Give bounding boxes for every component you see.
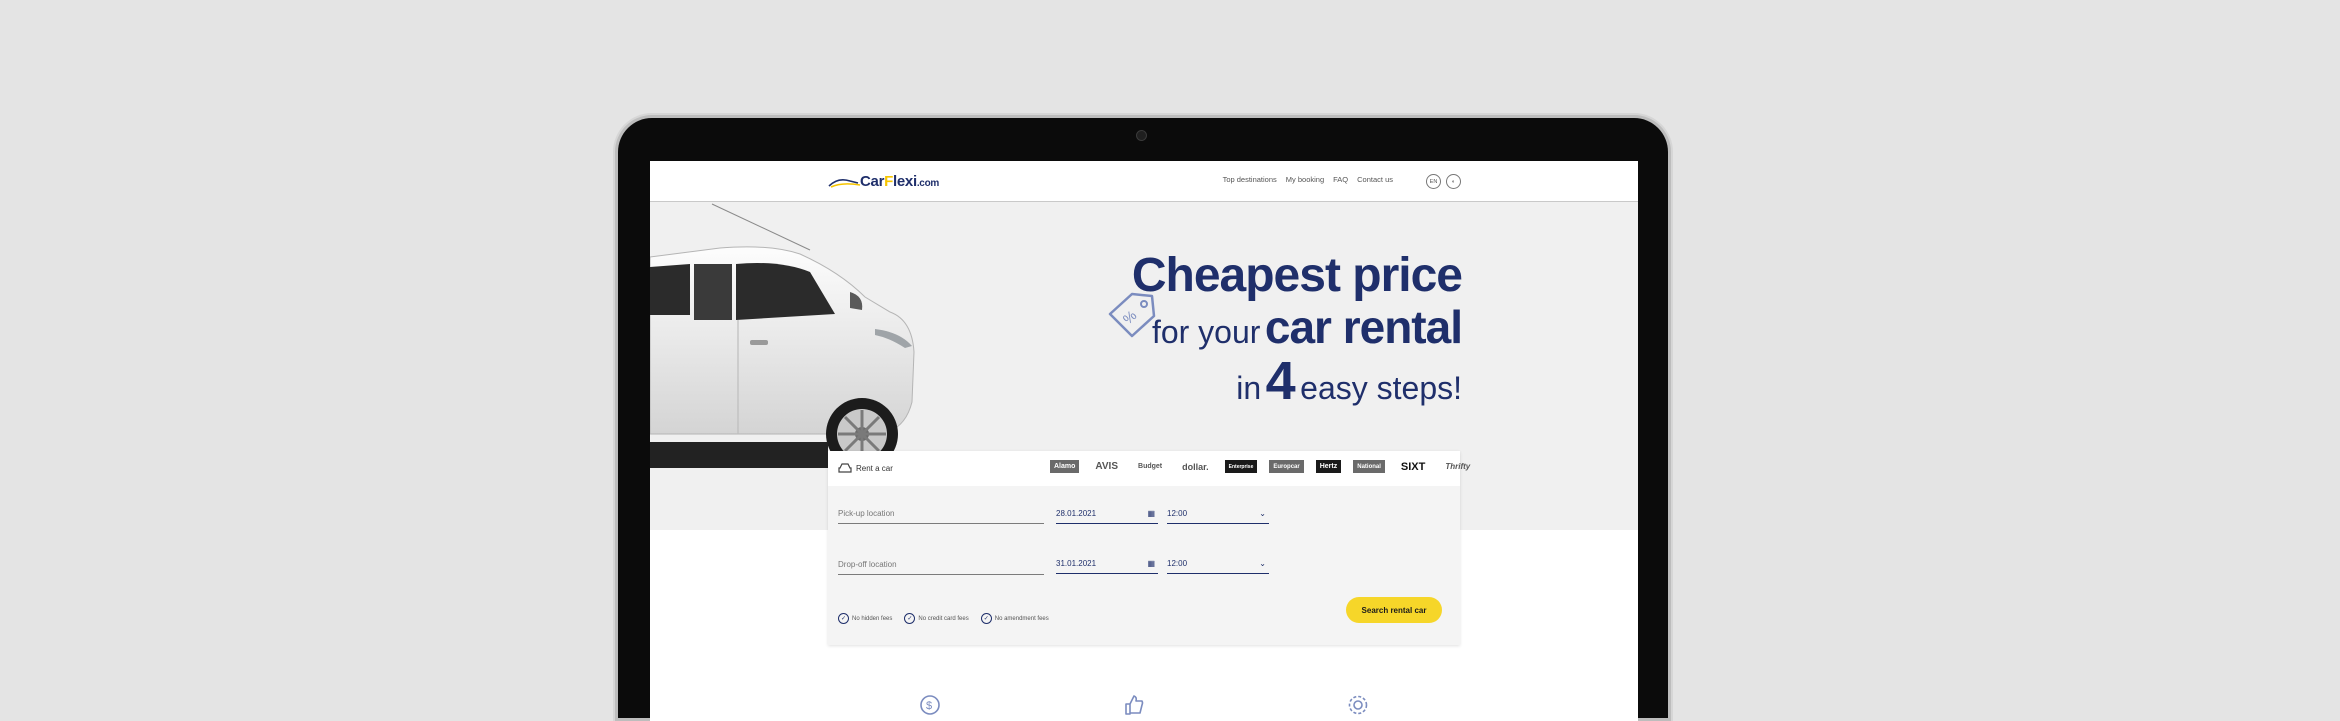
thrifty-logo: Thrifty [1445,462,1471,471]
gear-icon [1348,695,1368,715]
perk-no-amendment-fees: ✓ No amendment fees [980,613,1049,624]
dropoff-location-field[interactable]: Drop-off location [838,560,1044,575]
browser-screen: CarFlexi.com Top destinations My booking… [650,161,1638,721]
partner-logos: Alamo AVIS Budget dollar. Enterprise Eur… [1050,460,1474,473]
headline-line-1: Cheapest price [1131,249,1463,302]
perk-no-credit-card-fees: ✓ No credit card fees [904,613,969,624]
alamo-logo: Alamo [1050,460,1080,473]
features-row: $ [650,681,1638,721]
language-button[interactable]: EN [1426,174,1441,189]
check-circle-icon: ✓ [904,613,916,624]
pickup-date-field[interactable]: 28.01.2021 ▦ [1056,509,1158,524]
nav-top-destinations[interactable]: Top destinations [1223,175,1277,184]
nav-links: Top destinations My booking FAQ Contact … [1223,175,1393,184]
webcam-icon [1136,130,1147,141]
search-card: Rent a car Alamo AVIS Budget dollar. Ent… [828,451,1470,645]
avis-logo: AVIS [1095,461,1119,472]
perks-list: ✓ No hidden fees ✓ No credit card fees ✓ No… [838,613,1049,624]
enterprise-logo: Enterprise [1224,460,1258,473]
pickup-time-select[interactable]: 12:00 ⌄ [1167,509,1269,524]
headline-line-2: for your car rental [1151,301,1463,353]
dropoff-time-select[interactable]: 12:00 ⌄ [1167,559,1269,574]
headline-line-3: in 4 easy steps! [1236,351,1462,411]
carflexi-logo[interactable]: CarFlexi.com [828,173,958,193]
nav-faq[interactable]: FAQ [1333,175,1348,184]
sixt-logo: SIXT [1400,460,1426,473]
brand-wordmark: CarFlexi.com [860,173,939,190]
dollar-coin-icon: $ [920,695,940,715]
calendar-icon: ▦ [1147,509,1155,518]
nav-contact-us[interactable]: Contact us [1357,175,1393,184]
car-swoosh-icon [828,179,861,188]
pickup-location-field[interactable]: Pick-up location [838,509,1044,524]
thumbs-up-icon [1125,695,1144,715]
white-car-image [650,203,915,470]
perk-no-hidden-fees: ✓ No hidden fees [838,613,892,624]
dollar-logo: dollar. [1182,461,1209,472]
car-icon [838,463,852,473]
search-rental-car-button[interactable]: Search rental car [1346,597,1442,623]
rent-a-car-title: Rent a car [856,464,893,473]
card-header: Rent a car Alamo AVIS Budget dollar. Ent… [828,451,1470,486]
chevron-down-icon: ⌄ [1259,509,1266,518]
budget-logo: Budget [1138,463,1163,470]
nav-my-booking[interactable]: My booking [1286,175,1324,184]
dropoff-date-field[interactable]: 31.01.2021 ▦ [1056,559,1158,574]
half-moon-icon[interactable]: ◐ [1446,174,1461,189]
top-navbar: CarFlexi.com Top destinations My booking… [650,161,1638,202]
chevron-down-icon: ⌄ [1259,559,1266,568]
svg-text:$: $ [926,700,932,712]
europcar-logo: Europcar [1269,460,1304,473]
calendar-icon: ▦ [1147,559,1155,568]
laptop-frame: CarFlexi.com Top destinations My booking… [618,118,1668,721]
check-circle-icon: ✓ [980,613,992,624]
check-circle-icon: ✓ [838,613,849,624]
hertz-logo: Hertz [1315,460,1342,473]
hero-headline: Cheapest price for your car rental in 4 … [1131,249,1463,411]
national-logo: National [1353,460,1385,473]
